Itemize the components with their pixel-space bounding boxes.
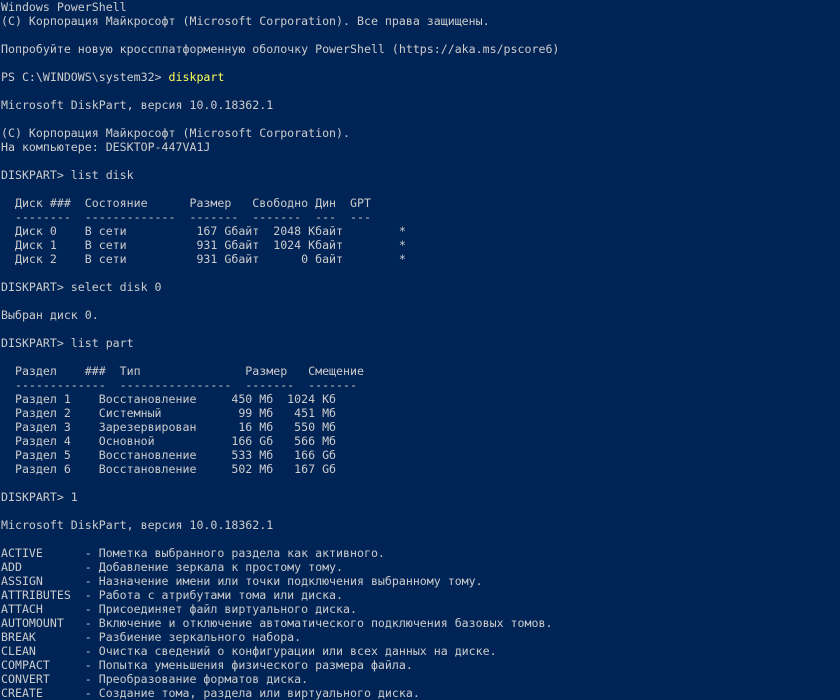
console-line: Диск ### Состояние Размер Свободно Дин G…: [1, 196, 840, 210]
console-line-text: ACTIVE - Пометка выбранного раздела как …: [1, 546, 385, 560]
console-line-text: PS C:\WINDOWS\system32>: [1, 70, 169, 84]
console-line: Диск 1 В сети 931 Gбайт 1024 Кбайт *: [1, 238, 840, 252]
console-line-text: Диск ### Состояние Размер Свободно Дин G…: [1, 196, 371, 210]
console-line-text: (C) Корпорация Майкрософт (Microsoft Cor…: [1, 126, 351, 140]
console-line: ADD - Добавление зеркала к простому тому…: [1, 560, 840, 574]
console-line: Microsoft DiskPart, версия 10.0.18362.1: [1, 98, 840, 112]
console-line: (C) Корпорация Майкрософт (Microsoft Cor…: [1, 14, 840, 28]
console-line: Windows PowerShell: [1, 0, 840, 14]
console-line: Раздел 3 Зарезервирован 16 Мб 550 Мб: [1, 420, 840, 434]
console-line-text: Раздел 3 Зарезервирован 16 Мб 550 Мб: [1, 420, 337, 434]
console-line-text: На компьютере: DESKTOP-447VA1J: [1, 140, 211, 154]
console-line-text: Выбран диск 0.: [1, 308, 99, 322]
console-line: ATTACH - Присоединяет файл виртуального …: [1, 602, 840, 616]
console-command: diskpart: [168, 70, 225, 84]
console-line-text: Диск 0 В сети 167 Gбайт 2048 Кбайт *: [1, 224, 406, 238]
console-line-text: ------------- ---------------- ------- -…: [1, 378, 357, 392]
console-line: CLEAN - Очистка сведений о конфигурации …: [1, 644, 840, 658]
console-line-text: ATTACH - Присоединяет файл виртуального …: [1, 602, 357, 616]
console-line-text: ASSIGN - Назначение имени или точки подк…: [1, 574, 483, 588]
console-line-text: Раздел 5 Восстановление 533 Мб 166 Gб: [1, 448, 337, 462]
console-line: ATTRIBUTES - Работа с атрибутами тома ил…: [1, 588, 840, 602]
console-line-text: CONVERT - Преобразование форматов диска.: [1, 672, 309, 686]
console-line-text: Microsoft DiskPart, версия 10.0.18362.1: [1, 518, 274, 532]
console-line-text: Раздел 4 Основной 166 Gб 566 Мб: [1, 434, 337, 448]
console-line-text: AUTOMOUNT - Включение и отключение автом…: [1, 616, 553, 630]
console-line: Раздел 1 Восстановление 450 Мб 1024 Кб: [1, 392, 840, 406]
console-line: Раздел 6 Восстановление 502 Мб 167 Gб: [1, 462, 840, 476]
console-line-text: ATTRIBUTES - Работа с атрибутами тома ил…: [1, 588, 344, 602]
console-line: ASSIGN - Назначение имени или точки подк…: [1, 574, 840, 588]
console-line-text: -------- ------------- ------- ------- -…: [1, 210, 371, 224]
console-line: Раздел ### Тип Размер Смещение: [1, 364, 840, 378]
console-line: DISKPART> list disk: [1, 168, 840, 182]
console-line-text: Диск 2 В сети 931 Gбайт 0 байт *: [1, 252, 406, 266]
console-line-text: (C) Корпорация Майкрософт (Microsoft Cor…: [1, 14, 490, 28]
console-output[interactable]: Windows PowerShell (C) Корпорация Майкрос…: [0, 0, 840, 700]
console-line-text: Раздел ### Тип Размер Смещение: [1, 364, 364, 378]
console-line: Попробуйте новую кроссплатформенную обол…: [1, 42, 840, 56]
console-line-text: ADD - Добавление зеркала к простому тому…: [1, 560, 344, 574]
console-line-text: DISKPART> select disk 0: [1, 280, 162, 294]
console-line: Диск 0 В сети 167 Gбайт 2048 Кбайт *: [1, 224, 840, 238]
console-line-text: Раздел 1 Восстановление 450 Мб 1024 Кб: [1, 392, 337, 406]
console-line: AUTOMOUNT - Включение и отключение автом…: [1, 616, 840, 630]
console-line: -------- ------------- ------- ------- -…: [1, 210, 840, 224]
console-line: CREATE - Создание тома, раздела или вирт…: [1, 686, 840, 700]
console-line-text: BREAK - Разбиение зеркального набора.: [1, 630, 302, 644]
console-line-text: Windows PowerShell: [1, 0, 127, 14]
console-line: Раздел 5 Восстановление 533 Мб 166 Gб: [1, 448, 840, 462]
console-line: Microsoft DiskPart, версия 10.0.18362.1: [1, 518, 840, 532]
console-line-text: Microsoft DiskPart, версия 10.0.18362.1: [1, 98, 274, 112]
console-line: PS C:\WINDOWS\system32> diskpart: [1, 70, 840, 84]
console-line-text: Раздел 6 Восстановление 502 Мб 167 Gб: [1, 462, 337, 476]
console-line-text: CLEAN - Очистка сведений о конфигурации …: [1, 644, 497, 658]
console-line-text: Диск 1 В сети 931 Gбайт 1024 Кбайт *: [1, 238, 406, 252]
console-line: Раздел 2 Системный 99 Мб 451 Мб: [1, 406, 840, 420]
console-line: Диск 2 В сети 931 Gбайт 0 байт *: [1, 252, 840, 266]
console-line: DISKPART> list part: [1, 336, 840, 350]
console-line: (C) Корпорация Майкрософт (Microsoft Cor…: [1, 126, 840, 140]
console-line: ACTIVE - Пометка выбранного раздела как …: [1, 546, 840, 560]
console-line-text: DISKPART> list part: [1, 336, 134, 350]
console-line: DISKPART> select disk 0: [1, 280, 840, 294]
console-line: На компьютере: DESKTOP-447VA1J: [1, 140, 840, 154]
console-line: DISKPART> 1: [1, 490, 840, 504]
console-line: CONVERT - Преобразование форматов диска.: [1, 672, 840, 686]
console-line: Раздел 4 Основной 166 Gб 566 Мб: [1, 434, 840, 448]
console-line: Выбран диск 0.: [1, 308, 840, 322]
console-line: BREAK - Разбиение зеркального набора.: [1, 630, 840, 644]
console-line-text: Попробуйте новую кроссплатформенную обол…: [1, 42, 560, 56]
console-line: ------------- ---------------- ------- -…: [1, 378, 840, 392]
console-line-text: DISKPART> 1: [1, 490, 78, 504]
console-line: COMPACT - Попытка уменьшения физического…: [1, 658, 840, 672]
console-line-text: Раздел 2 Системный 99 Мб 451 Мб: [1, 406, 337, 420]
console-line-text: COMPACT - Попытка уменьшения физического…: [1, 658, 413, 672]
console-line-text: CREATE - Создание тома, раздела или вирт…: [1, 686, 420, 700]
console-line-text: DISKPART> list disk: [1, 168, 134, 182]
